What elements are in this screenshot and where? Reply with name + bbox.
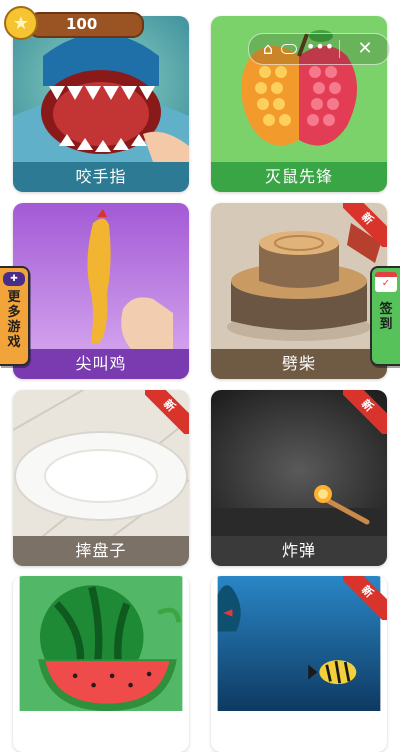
calendar-icon: ✓ xyxy=(375,272,397,292)
more-games-label: 更多游戏 xyxy=(7,290,21,350)
close-icon[interactable]: ✕ xyxy=(353,37,377,61)
toggle-icon xyxy=(281,44,297,54)
watermelon-artwork xyxy=(19,576,183,711)
sign-in-label: 签到 xyxy=(379,302,393,332)
coin-value: 100 xyxy=(66,15,98,33)
game-card-bomb[interactable]: 新 炸弹 xyxy=(211,390,387,566)
game-label: 尖叫鸡 xyxy=(13,349,189,379)
game-card-chop-wood[interactable]: 新 劈柴 xyxy=(211,203,387,379)
game-card-watermelon[interactable] xyxy=(13,576,189,752)
game-label: 咬手指 xyxy=(13,162,189,192)
game-label: 灭鼠先锋 xyxy=(211,162,387,192)
new-badge: 新 xyxy=(343,390,387,434)
gamepad-icon: ✚ xyxy=(3,272,25,286)
new-badge: 新 xyxy=(343,203,387,247)
game-card-screaming-chicken[interactable]: 尖叫鸡 xyxy=(13,203,189,379)
home-icon[interactable]: ⌂ xyxy=(257,38,279,60)
game-label: 炸弹 xyxy=(211,536,387,566)
star-coin-icon: ★ xyxy=(4,6,38,40)
capsule-menu: ⌂ ••• ✕ xyxy=(248,33,390,65)
game-card-fish[interactable]: 新 xyxy=(211,576,387,752)
more-dots-icon[interactable]: ••• xyxy=(305,38,335,60)
game-label: 摔盘子 xyxy=(13,536,189,566)
game-card-smash-plate[interactable]: 新 摔盘子 xyxy=(13,390,189,566)
game-label: 劈柴 xyxy=(211,349,387,379)
sign-in-tab[interactable]: ✓ 签到 xyxy=(370,266,400,366)
game-card-bite-finger[interactable]: 咬手指 xyxy=(13,16,189,192)
coin-counter: 100 ★ xyxy=(4,6,144,40)
new-badge: 新 xyxy=(343,576,387,620)
new-badge: 新 xyxy=(145,390,189,434)
rubber-chicken-artwork xyxy=(13,203,189,349)
more-games-tab[interactable]: ✚ 更多游戏 xyxy=(0,266,30,366)
